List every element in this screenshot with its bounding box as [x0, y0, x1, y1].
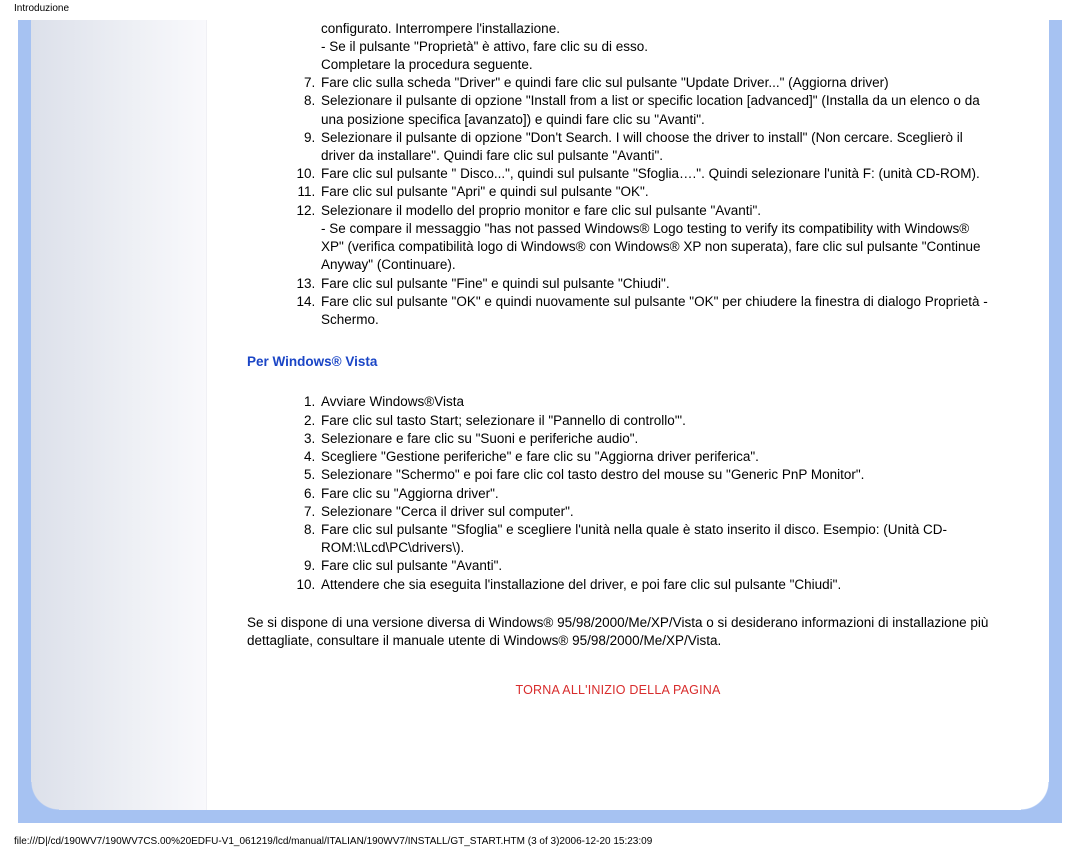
list-item: Fare clic sul pulsante "Fine" e quindi s…	[319, 275, 989, 293]
vista-heading: Per Windows® Vista	[247, 353, 989, 371]
main-content: configurato. Interrompere l'installazion…	[207, 20, 1049, 810]
list-item: Fare clic sul pulsante "OK" e quindi nuo…	[319, 293, 989, 329]
list-item: Selezionare il pulsante di opzione "Don'…	[319, 129, 989, 165]
list-item: Fare clic sul pulsante "Avanti".	[319, 557, 989, 575]
left-sidebar	[31, 20, 207, 810]
list-item: Fare clic sulla scheda "Driver" e quindi…	[319, 74, 989, 92]
vista-steps-list: Avviare Windows®VistaFare clic sul tasto…	[247, 393, 989, 593]
list-item: Selezionare "Cerca il driver sul compute…	[319, 503, 989, 521]
back-to-top-link[interactable]: TORNA ALL'INIZIO DELLA PAGINA	[247, 682, 989, 699]
content-area: configurato. Interrompere l'installazion…	[31, 20, 1049, 810]
list-item: Fare clic sul pulsante " Disco...", quin…	[319, 165, 989, 183]
version-note: Se si dispone di una versione diversa di…	[247, 614, 989, 650]
list-item: Fare clic sul pulsante "Apri" e quindi s…	[319, 183, 989, 201]
list-item: Selezionare il modello del proprio monit…	[319, 202, 989, 275]
list-item: Fare clic su "Aggiorna driver".	[319, 485, 989, 503]
xp-steps-list: configurato. Interrompere l'installazion…	[247, 20, 989, 330]
list-item: Attendere che sia eseguita l'installazio…	[319, 576, 989, 594]
list-item: Selezionare e fare clic su "Suoni e peri…	[319, 430, 989, 448]
list-item: configurato. Interrompere l'installazion…	[319, 20, 989, 75]
list-item: Selezionare il pulsante di opzione "Inst…	[319, 92, 989, 128]
footer-file-path: file:///D|/cd/190WV7/190WV7CS.00%20EDFU-…	[0, 823, 1080, 848]
content-frame: configurato. Interrompere l'installazion…	[18, 20, 1062, 823]
list-item: Selezionare "Schermo" e poi fare clic co…	[319, 466, 989, 484]
list-item: Avviare Windows®Vista	[319, 393, 989, 411]
list-item: Fare clic sul tasto Start; selezionare i…	[319, 412, 989, 430]
list-item: Scegliere "Gestione periferiche" e fare …	[319, 448, 989, 466]
list-item: Fare clic sul pulsante "Sfoglia" e scegl…	[319, 521, 989, 557]
page-title: Introduzione	[0, 0, 1080, 20]
